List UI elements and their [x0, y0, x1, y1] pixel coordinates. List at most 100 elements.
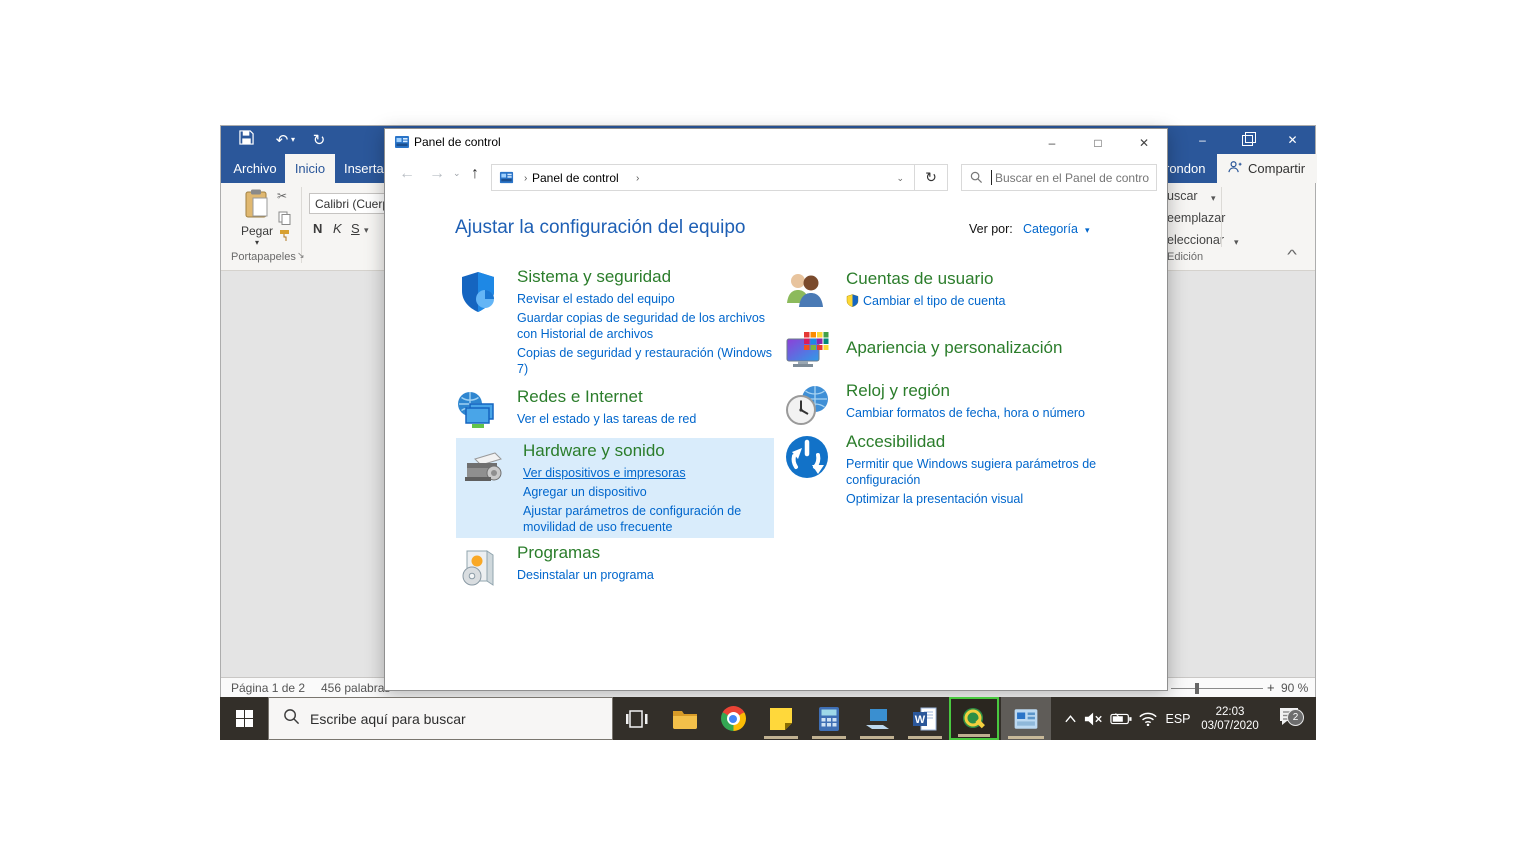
task-view-button[interactable]: [613, 697, 661, 740]
copy-icon[interactable]: [278, 211, 291, 230]
taskbar-search-box[interactable]: Escribe aquí para buscar: [268, 697, 613, 740]
cp-window-title: Panel de control: [414, 135, 501, 149]
category-title[interactable]: Cuentas de usuario: [846, 269, 1110, 289]
clipboard-dialog-launcher-icon[interactable]: ↘: [297, 250, 305, 261]
page-indicator[interactable]: Página 1 de 2: [231, 681, 305, 695]
word-count[interactable]: 456 palabras: [321, 681, 390, 695]
category-title[interactable]: Hardware y sonido: [523, 441, 787, 461]
undo-caret-icon[interactable]: ▾: [291, 135, 295, 144]
undo-icon[interactable]: ↶: [273, 131, 291, 149]
collapse-ribbon-icon[interactable]: ^: [1287, 247, 1297, 262]
category-link[interactable]: Copias de seguridad y restauración (Wind…: [517, 345, 775, 377]
category-link-with-shield[interactable]: Cambiar el tipo de cuenta: [846, 293, 1104, 311]
category-link[interactable]: Cambiar formatos de fecha, hora o número: [846, 405, 1104, 421]
wifi-button[interactable]: [1136, 697, 1160, 740]
select-caret-icon[interactable]: ▾: [1234, 237, 1239, 248]
share-button[interactable]: Compartir: [1217, 154, 1317, 183]
address-dropdown-chevron-icon[interactable]: ⌄: [896, 173, 904, 184]
battery-button[interactable]: [1108, 697, 1134, 740]
view-by-dropdown[interactable]: Categoría: [1023, 222, 1078, 236]
category-title[interactable]: Apariencia y personalización: [846, 338, 1110, 358]
category-link[interactable]: Agregar un dispositivo: [523, 484, 781, 500]
view-by-caret-icon[interactable]: ▾: [1085, 225, 1090, 236]
category-title[interactable]: Accesibilidad: [846, 432, 1110, 452]
category-link[interactable]: Revisar el estado del equipo: [517, 291, 775, 307]
category-link[interactable]: Desinstalar un programa: [517, 567, 775, 583]
share-person-icon: [1227, 160, 1242, 177]
word-restore-button[interactable]: [1225, 126, 1270, 154]
account-name-fragment: rondon: [1165, 154, 1213, 183]
find-button-fragment[interactable]: uscar: [1167, 189, 1198, 203]
zoom-slider-thumb[interactable]: [1195, 683, 1199, 694]
category-link[interactable]: Permitir que Windows sugiera parámetros …: [846, 456, 1104, 488]
clock[interactable]: 22:03 03/07/2020: [1196, 697, 1264, 740]
category-title[interactable]: Reloj y región: [846, 381, 1110, 401]
control-panel-window: Panel de control – □ ✕ ← → ⌄ ↑ › Panel d…: [384, 128, 1168, 691]
category-title[interactable]: Sistema y seguridad: [517, 267, 781, 287]
sticky-notes-button[interactable]: [757, 697, 805, 740]
back-button[interactable]: ←: [399, 165, 415, 183]
cp-maximize-button[interactable]: □: [1075, 129, 1121, 156]
volume-button[interactable]: [1082, 697, 1106, 740]
cp-minimize-button[interactable]: –: [1029, 129, 1075, 156]
editing-group-label: Edición: [1167, 251, 1203, 263]
category-link-hovered[interactable]: Ver dispositivos e impresoras: [523, 465, 781, 481]
category-link[interactable]: Guardar copias de seguridad de los archi…: [517, 310, 775, 342]
redo-icon[interactable]: ↻: [309, 131, 329, 149]
category-link[interactable]: Ver el estado y las tareas de red: [517, 411, 775, 427]
control-panel-icon: [1013, 706, 1039, 732]
tab-archivo[interactable]: Archivo: [229, 154, 281, 183]
format-painter-icon[interactable]: [278, 229, 291, 248]
bold-button[interactable]: N: [313, 221, 322, 236]
cut-icon[interactable]: ✂: [277, 189, 287, 203]
clock-region-icon: [784, 383, 830, 429]
screen-area: ↶ ▾ ↻ – ✕ Archivo Inicio Insertar rondon…: [220, 125, 1316, 740]
forward-button[interactable]: →: [429, 165, 445, 183]
open-app-indicator: [860, 736, 894, 739]
personalization-icon: [784, 327, 830, 373]
underline-caret-icon[interactable]: ▾: [364, 225, 369, 236]
save-icon[interactable]: [233, 130, 259, 149]
laptop-app-button[interactable]: [853, 697, 901, 740]
chrome-button[interactable]: [709, 697, 757, 740]
start-button[interactable]: [220, 697, 268, 740]
select-button-fragment[interactable]: eleccionar: [1167, 233, 1224, 247]
cp-search-box[interactable]: Buscar en el Panel de contro: [961, 164, 1157, 191]
open-app-indicator: [764, 736, 798, 739]
qgis-button[interactable]: [949, 697, 999, 740]
chevron-up-icon: [1064, 714, 1077, 724]
tab-inicio[interactable]: Inicio: [285, 154, 335, 183]
paste-button[interactable]: Pegar ▾: [235, 189, 279, 251]
paste-label: Pegar: [235, 224, 279, 238]
category-link[interactable]: Optimizar la presentación visual: [846, 491, 1104, 507]
word-close-button[interactable]: ✕: [1270, 126, 1315, 154]
tray-expand-button[interactable]: [1060, 697, 1080, 740]
open-app-indicator: [958, 734, 990, 737]
calculator-button[interactable]: [805, 697, 853, 740]
zoom-level[interactable]: 90 %: [1281, 681, 1308, 695]
zoom-in-button[interactable]: +: [1267, 680, 1275, 695]
underline-button[interactable]: S: [351, 221, 360, 236]
up-button[interactable]: ↑: [471, 165, 479, 183]
find-caret-icon[interactable]: ▾: [1211, 193, 1216, 204]
word-minimize-button[interactable]: –: [1180, 126, 1225, 154]
language-indicator[interactable]: ESP: [1162, 697, 1194, 740]
address-bar[interactable]: › Panel de control › ⌄: [491, 164, 915, 191]
cp-close-button[interactable]: ✕: [1121, 129, 1167, 156]
breadcrumb-separator-icon: ›: [636, 173, 639, 184]
refresh-button[interactable]: ↻: [915, 164, 948, 191]
notification-center-button[interactable]: 2: [1268, 697, 1310, 740]
category-title[interactable]: Programas: [517, 543, 781, 563]
file-explorer-button[interactable]: [661, 697, 709, 740]
category-link[interactable]: Ajustar parámetros de configuración de m…: [523, 503, 781, 535]
category-title[interactable]: Redes e Internet: [517, 387, 781, 407]
zoom-slider-track[interactable]: [1171, 688, 1263, 689]
windows-logo-icon: [236, 710, 253, 727]
recent-pages-chevron-icon[interactable]: ⌄: [453, 168, 461, 179]
breadcrumb-item[interactable]: Panel de control: [532, 171, 619, 185]
word-button[interactable]: W: [901, 697, 949, 740]
italic-button[interactable]: K: [333, 221, 342, 236]
printer-icon: [461, 443, 507, 489]
control-panel-taskbar-button[interactable]: [1001, 697, 1051, 740]
replace-button-fragment[interactable]: eemplazar: [1167, 211, 1225, 225]
